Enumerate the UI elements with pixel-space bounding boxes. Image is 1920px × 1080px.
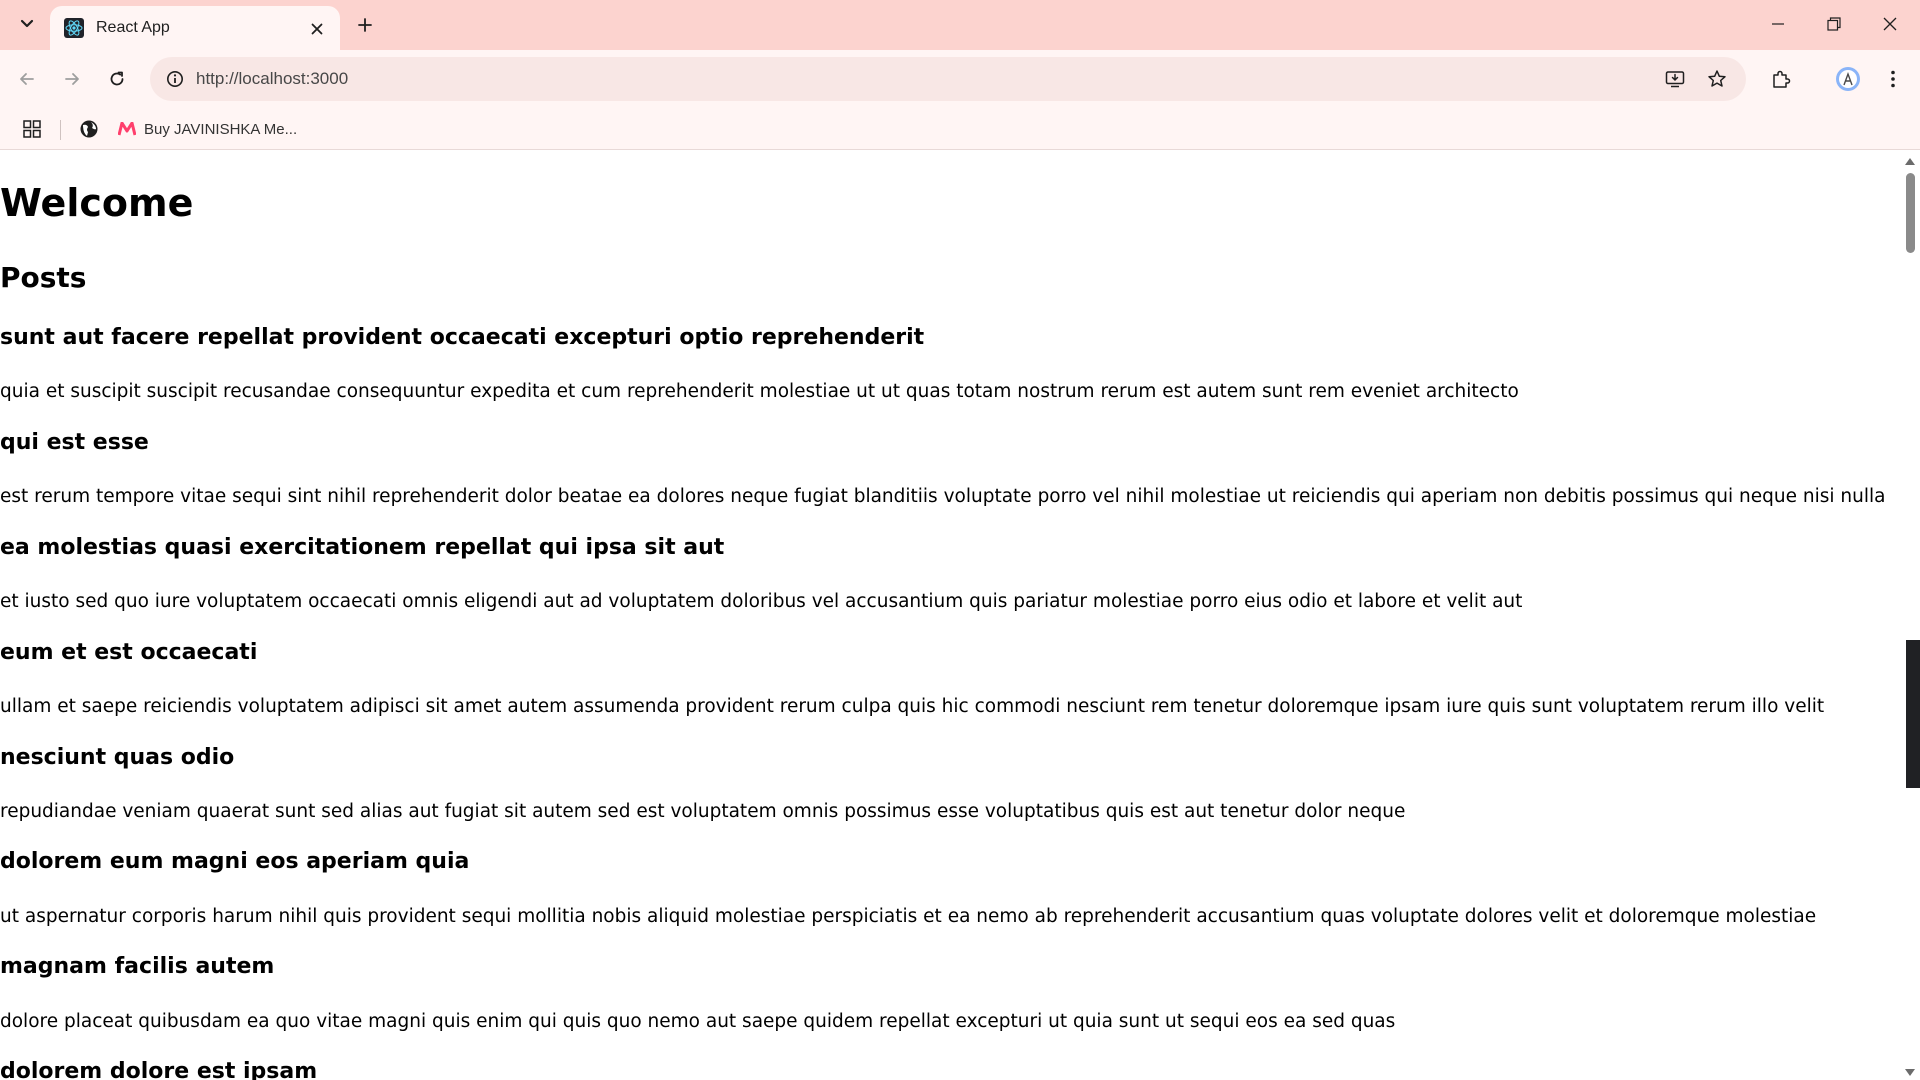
site-info-button[interactable] bbox=[160, 64, 190, 94]
tab-title: React App bbox=[96, 19, 170, 36]
post-title: ea molestias quasi exercitationem repell… bbox=[0, 535, 725, 560]
vertical-scrollbar[interactable] bbox=[1900, 151, 1920, 1080]
post-title: sunt aut facere repellat provident occae… bbox=[0, 325, 925, 350]
menu-button[interactable] bbox=[1876, 62, 1910, 96]
globe-icon bbox=[80, 120, 98, 138]
apps-grid-icon bbox=[23, 120, 41, 138]
address-bar[interactable]: http://localhost:3000 bbox=[150, 57, 1746, 101]
back-button[interactable] bbox=[10, 62, 44, 96]
extensions-button[interactable] bbox=[1764, 62, 1798, 96]
reload-button[interactable] bbox=[100, 62, 134, 96]
post-body: et iusto sed quo iure voluptatem occaeca… bbox=[0, 591, 1523, 612]
post-body: ullam et saepe reiciendis voluptatem adi… bbox=[0, 696, 1825, 717]
post-body: ut aspernatur corporis harum nihil quis … bbox=[0, 906, 1817, 927]
plus-icon bbox=[358, 18, 372, 32]
bookmarks-separator bbox=[60, 120, 61, 140]
scroll-up-button[interactable] bbox=[1903, 155, 1917, 167]
bookmark-label: Buy JAVINISHKA Me... bbox=[144, 120, 298, 138]
apps-button[interactable] bbox=[18, 116, 46, 142]
forward-button[interactable] bbox=[55, 62, 89, 96]
arrow-left-icon bbox=[20, 73, 34, 85]
chevron-down-icon bbox=[20, 19, 34, 28]
scroll-down-button[interactable] bbox=[1903, 1066, 1917, 1078]
minimize-icon bbox=[1772, 23, 1784, 25]
install-icon bbox=[1665, 71, 1685, 88]
post-title: eum et est occaecati bbox=[0, 640, 258, 665]
info-icon bbox=[167, 71, 183, 87]
post-title: dolorem eum magni eos aperiam quia bbox=[0, 849, 470, 874]
close-icon bbox=[311, 23, 323, 35]
more-vert-icon bbox=[1891, 70, 1895, 88]
tab-close-button[interactable] bbox=[306, 18, 328, 40]
restore-icon bbox=[1827, 17, 1841, 31]
close-window-button[interactable] bbox=[1868, 6, 1912, 42]
scrollbar-marker bbox=[1906, 640, 1920, 788]
scrollbar-thumb[interactable] bbox=[1906, 173, 1915, 253]
myntra-logo-icon bbox=[118, 122, 136, 136]
browser-window: React App http://localhost:3000 Buy JAVI… bbox=[0, 0, 1920, 1080]
restore-button[interactable] bbox=[1812, 6, 1856, 42]
page-viewport: Welcome Posts sunt aut facere repellat p… bbox=[0, 151, 1920, 1080]
tab-search-button[interactable] bbox=[12, 9, 42, 39]
minimize-button[interactable] bbox=[1756, 6, 1800, 42]
post-title: dolorem dolore est ipsam bbox=[0, 1059, 318, 1080]
url-text[interactable]: http://localhost:3000 bbox=[196, 69, 348, 89]
reload-icon bbox=[110, 71, 124, 86]
triangle-down-icon bbox=[1905, 1068, 1915, 1076]
section-heading: Posts bbox=[0, 261, 87, 294]
bookmark-globe[interactable] bbox=[76, 116, 102, 142]
post-title: nesciunt quas odio bbox=[0, 745, 235, 770]
post-title: qui est esse bbox=[0, 430, 149, 455]
star-icon bbox=[1708, 70, 1726, 87]
triangle-up-icon bbox=[1905, 157, 1915, 165]
post-body: repudiandae veniam quaerat sunt sed alia… bbox=[0, 801, 1406, 822]
tab-active[interactable]: React App bbox=[50, 6, 340, 50]
arrow-right-icon bbox=[65, 73, 79, 85]
post-body: quia et suscipit suscipit recusandae con… bbox=[0, 381, 1519, 402]
close-icon bbox=[1883, 17, 1897, 31]
bookmarks-bar: Buy JAVINISHKA Me... bbox=[0, 108, 1920, 150]
profile-button[interactable] bbox=[1831, 62, 1865, 96]
avatar bbox=[1836, 67, 1860, 91]
page-title: Welcome bbox=[0, 181, 194, 225]
react-logo-icon bbox=[64, 18, 84, 38]
install-app-button[interactable] bbox=[1660, 64, 1690, 94]
puzzle-icon bbox=[1773, 70, 1791, 88]
bookmark-star-button[interactable] bbox=[1702, 64, 1732, 94]
tab-strip: React App bbox=[0, 0, 1920, 50]
post-body: dolore placeat quibusdam ea quo vitae ma… bbox=[0, 1011, 1396, 1032]
post-body: est rerum tempore vitae sequi sint nihil… bbox=[0, 486, 1886, 507]
toolbar: http://localhost:3000 bbox=[0, 50, 1920, 108]
bookmark-item[interactable]: Buy JAVINISHKA Me... bbox=[118, 116, 297, 142]
new-tab-button[interactable] bbox=[350, 10, 380, 40]
post-title: magnam facilis autem bbox=[0, 954, 275, 979]
